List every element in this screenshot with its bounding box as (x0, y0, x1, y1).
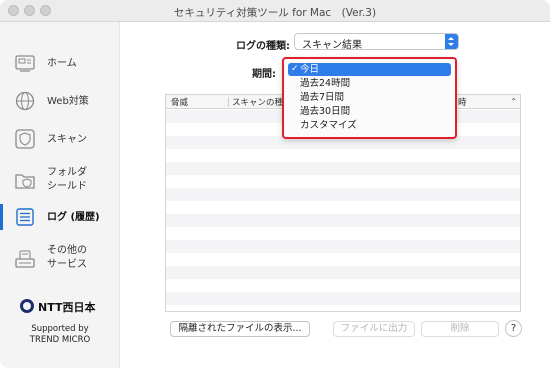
table-row (166, 240, 520, 253)
period-option-today[interactable]: ✓ 今日 (288, 63, 451, 76)
home-icon (15, 55, 35, 72)
sidebar-item-home[interactable]: ホーム (0, 46, 120, 82)
period-dropdown-menu[interactable]: ✓ 今日 過去24時間 過去7日間 過去30日間 カスタマイズ (282, 57, 457, 139)
table-row (166, 162, 520, 175)
sidebar-item-log[interactable]: ログ (履歴) (0, 200, 120, 236)
option-label: 今日 (300, 64, 320, 75)
option-label: 過去7日間 (300, 92, 345, 103)
sidebar-item-label: ホーム (47, 58, 77, 69)
period-option-24h[interactable]: 過去24時間 (288, 77, 451, 90)
ntt-logo-icon (20, 299, 34, 313)
show-quarantined-files-button[interactable]: 隔離されたファイルの表示... (170, 321, 310, 337)
sidebar-item-label: その他の (47, 245, 87, 256)
active-indicator (0, 204, 3, 230)
period-option-custom[interactable]: カスタマイズ (288, 119, 451, 132)
log-list-icon (16, 208, 34, 226)
ntt-west-logo: NTT西日本 (20, 297, 100, 315)
table-row (166, 279, 520, 292)
table-row (166, 214, 520, 227)
column-header-time[interactable]: 時 (458, 96, 467, 108)
sort-ascending-icon[interactable]: ⌃ (510, 97, 517, 106)
sidebar-item-web[interactable]: Web対策 (0, 84, 120, 120)
table-row (166, 201, 520, 214)
column-divider[interactable] (228, 97, 229, 107)
sidebar-item-label-line2: サービス (47, 259, 87, 270)
column-header-threat[interactable]: 脅威 (171, 96, 188, 108)
title-bar: セキュリティ対策ツール for Mac (Ver.3) (0, 0, 550, 22)
help-button[interactable]: ? (505, 320, 522, 337)
sidebar-item-label: ログ (履歴) (47, 212, 100, 223)
table-row (166, 266, 520, 279)
sidebar-item-folder-shield[interactable]: フォルダ シールド (0, 162, 120, 198)
delete-button[interactable]: 削除 (421, 321, 499, 337)
table-row (166, 253, 520, 266)
select-stepper-icon (445, 34, 458, 49)
table-row (166, 149, 520, 162)
period-option-30d[interactable]: 過去30日間 (288, 105, 451, 118)
period-option-7d[interactable]: 過去7日間 (288, 91, 451, 104)
app-window: セキュリティ対策ツール for Mac (Ver.3) ホーム Web対策 スキ… (0, 0, 550, 368)
table-row (166, 292, 520, 305)
table-row (166, 227, 520, 240)
option-label: 過去30日間 (300, 106, 351, 117)
option-label: 過去24時間 (300, 78, 351, 89)
folder-shield-icon (15, 174, 35, 189)
log-type-value: スキャン結果 (302, 40, 362, 51)
shield-scan-icon (15, 129, 35, 149)
log-type-select[interactable]: スキャン結果 (294, 33, 459, 51)
globe-icon (15, 91, 35, 111)
window-title: セキュリティ対策ツール for Mac (Ver.3) (173, 7, 377, 19)
option-label: カスタマイズ (300, 120, 357, 131)
sidebar-item-scan[interactable]: スキャン (0, 122, 120, 158)
table-row (166, 188, 520, 201)
other-services-icon (15, 250, 35, 268)
logo-text: NTT西日本 (38, 301, 96, 314)
log-type-label: ログの種類: (236, 41, 290, 52)
sidebar: ホーム Web対策 スキャン フォルダ シールド ログ (履歴) その他の サー… (0, 22, 120, 368)
sidebar-item-other-services[interactable]: その他の サービス (0, 240, 120, 276)
sidebar-item-label: Web対策 (47, 96, 89, 107)
sidebar-item-label: スキャン (47, 134, 87, 145)
checkmark-icon: ✓ (291, 64, 299, 74)
period-label: 期間: (252, 69, 276, 80)
supported-by-vendor: TREND MICRO (29, 335, 91, 345)
sidebar-item-label-line2: シールド (47, 181, 87, 192)
supported-by-label: Supported by (31, 324, 89, 334)
export-file-button[interactable]: ファイルに出力 (333, 321, 415, 337)
sidebar-item-label: フォルダ (47, 167, 87, 178)
table-row (166, 175, 520, 188)
